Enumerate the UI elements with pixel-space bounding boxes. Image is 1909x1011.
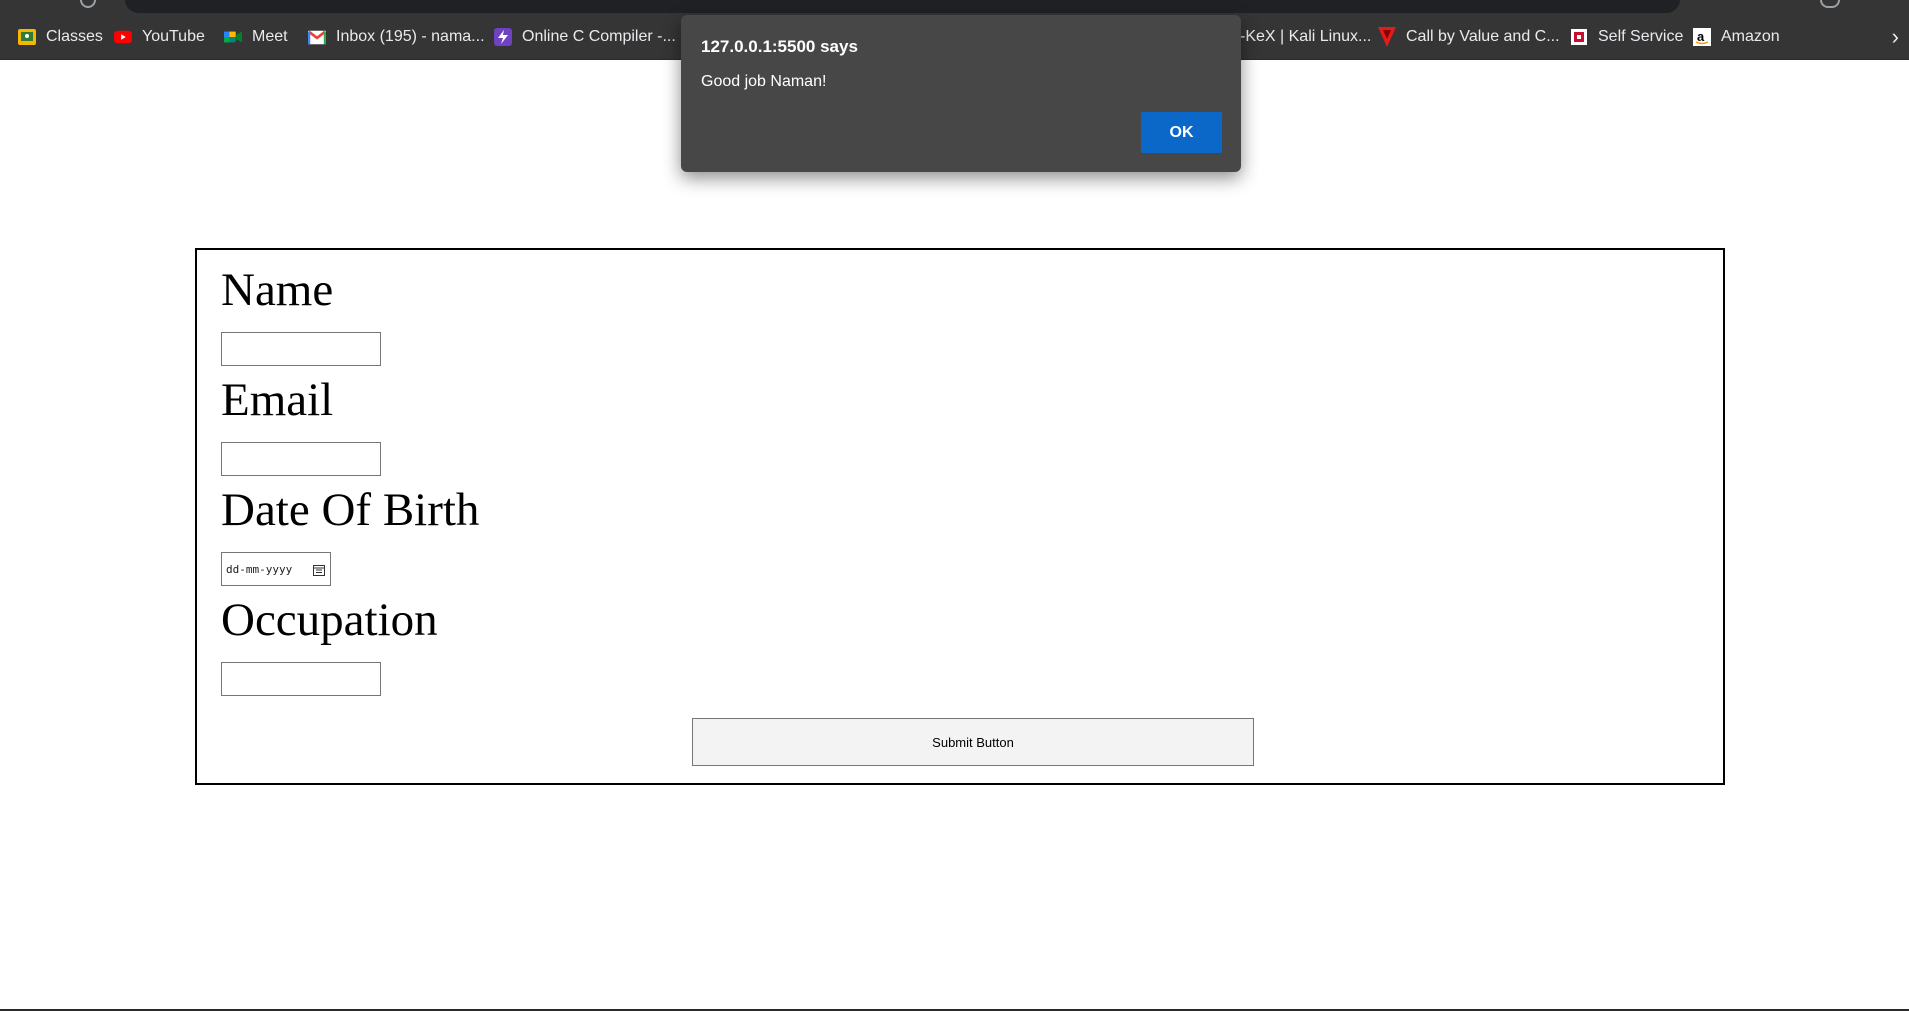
youtube-icon <box>114 28 132 46</box>
submit-button[interactable]: Submit Button <box>692 718 1254 766</box>
email-input[interactable] <box>221 442 381 476</box>
dialog-title: 127.0.0.1:5500 says <box>701 37 858 56</box>
gmail-icon <box>308 28 326 46</box>
occupation-input[interactable] <box>221 662 381 696</box>
browser-toolbar <box>0 0 1909 14</box>
profile-avatar[interactable] <box>1820 0 1840 8</box>
bookmark-call-by-value[interactable]: Call by Value and C... <box>1378 26 1560 48</box>
svg-text:a: a <box>1697 29 1705 44</box>
email-label: Email <box>221 374 334 426</box>
v-logo-icon <box>1378 27 1396 47</box>
dob-input[interactable]: dd-mm-yyyy <box>221 552 331 586</box>
bookmark-online-c-compiler[interactable]: Online C Compiler -... <box>494 26 676 48</box>
address-bar[interactable] <box>125 0 1680 13</box>
occupation-label: Occupation <box>221 594 438 646</box>
bookmark-youtube[interactable]: YouTube <box>114 26 205 48</box>
bookmark-classes[interactable]: Classes <box>18 26 103 48</box>
google-classroom-icon <box>18 28 36 46</box>
bookmark-amazon[interactable]: a Amazon <box>1693 26 1780 48</box>
dialog-message: Good job Naman! <box>701 73 827 90</box>
amazon-icon: a <box>1693 28 1711 46</box>
google-meet-icon <box>224 28 242 46</box>
calendar-icon[interactable] <box>313 563 325 581</box>
name-input[interactable] <box>221 332 381 366</box>
bookmark-self-service[interactable]: Self Service <box>1570 26 1683 48</box>
registration-form: Name Email Date Of Birth dd-mm-yyyy Occu… <box>195 248 1725 785</box>
ok-button[interactable]: OK <box>1141 112 1222 153</box>
lightning-icon <box>494 28 512 46</box>
self-service-icon <box>1570 28 1588 46</box>
name-label: Name <box>221 264 334 316</box>
bookmark-inbox[interactable]: Inbox (195) - nama... <box>308 26 485 48</box>
dob-placeholder: dd-mm-yyyy <box>226 562 293 576</box>
dob-label: Date Of Birth <box>221 484 480 536</box>
reload-icon[interactable] <box>80 0 96 8</box>
bookmark-kali-linux[interactable]: -KeX | Kali Linux... <box>1240 26 1371 48</box>
alert-dialog: 127.0.0.1:5500 says Good job Naman! OK <box>681 15 1241 172</box>
chevron-right-icon[interactable]: › <box>1892 26 1899 48</box>
bookmark-meet[interactable]: Meet <box>224 26 288 48</box>
